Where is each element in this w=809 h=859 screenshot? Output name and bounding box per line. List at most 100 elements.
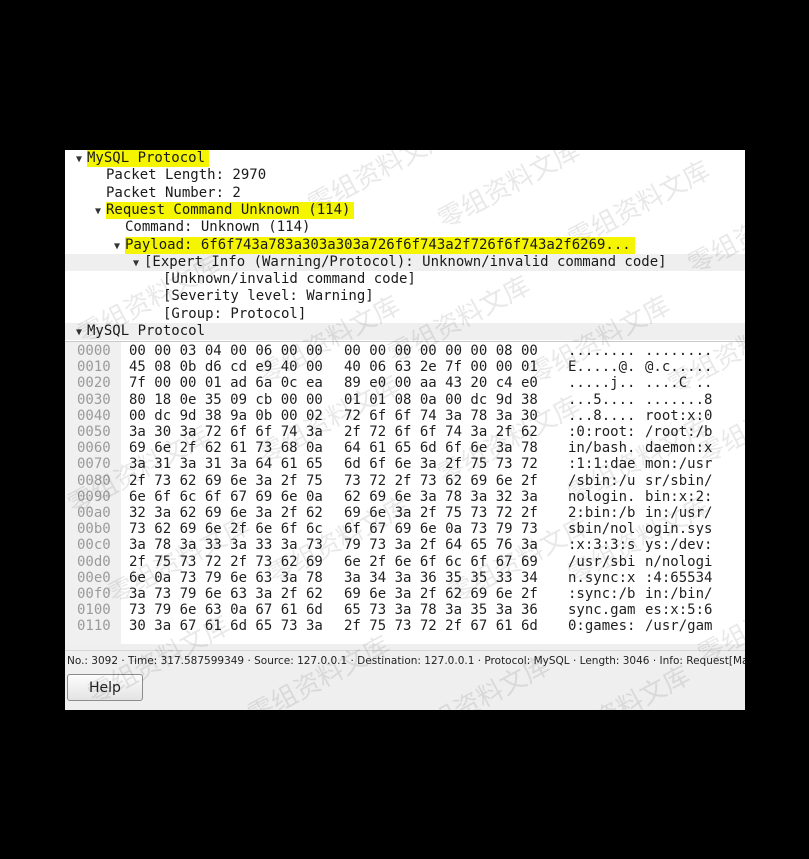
tree-row[interactable]: [Unknown/invalid command code]	[65, 271, 745, 288]
hex-bytes-second: 64 61 65 6d 6f 6e 3a 78	[344, 440, 538, 457]
hex-offset: 00f0	[77, 586, 111, 602]
hex-bytes-first: 7f 00 00 01 ad 6a 0c ea	[129, 375, 323, 392]
hex-row[interactable]: 00a0 32 3a 62 69 6e 3a 2f 62 69 6e 3a 2f 7…	[65, 505, 745, 521]
hex-row[interactable]: 0090 6e 6f 6c 6f 67 69 6e 0a 62 69 6e 3a 7…	[65, 489, 745, 505]
ascii-first: /sbin:/u	[568, 472, 636, 489]
hex-offset: 0080	[77, 472, 111, 489]
hex-row[interactable]: 00d0 2f 75 73 72 2f 73 62 69 6e 2f 6e 6f 6…	[65, 554, 745, 570]
tree-row[interactable]: ▼ MySQL Protocol	[65, 150, 745, 168]
hex-row[interactable]: 0080 2f 73 62 69 6e 3a 2f 75 73 72 2f 73 6…	[65, 473, 745, 489]
tree-row[interactable]: [Severity level: Warning]	[65, 288, 745, 305]
hex-bytes-second: 73 72 2f 73 62 69 6e 2f	[344, 472, 538, 489]
hex-bytes-second: 69 6e 3a 2f 62 69 6e 2f	[344, 586, 538, 602]
hex-offset: 0030	[77, 391, 111, 408]
hex-bytes-first: 80 18 0e 35 09 cb 00 00	[129, 391, 323, 408]
ascii-first: nologin.	[568, 488, 636, 505]
hex-offset: 0110	[77, 618, 111, 635]
tree-row[interactable]: ▼ [Expert Info (Warning/Protocol): Unknow…	[65, 253, 745, 272]
hex-row[interactable]: 0050 3a 30 3a 72 6f 6f 74 3a 2f 72 6f 6f 7…	[65, 424, 745, 440]
hex-offset: 00d0	[77, 553, 111, 570]
tree-row-label: MySQL Protocol	[87, 150, 210, 168]
hex-row[interactable]: 00c0 3a 78 3a 33 3a 33 3a 73 79 73 3a 2f 6…	[65, 537, 745, 553]
hex-offset: 0070	[77, 456, 111, 473]
hex-row[interactable]: 0040 00 dc 9d 38 9a 0b 00 02 72 6f 6f 74 3…	[65, 408, 745, 424]
ascii-second: n/nologi	[645, 553, 713, 570]
hex-bytes-first: 3a 73 79 6e 63 3a 2f 62	[129, 586, 323, 602]
ascii-second: bin:x:2:	[645, 488, 713, 505]
hex-offset: 0100	[77, 602, 111, 619]
ascii-second: in:/usr/	[645, 505, 713, 521]
tree-row-label: Command: Unknown (114)	[125, 219, 311, 236]
hex-row[interactable]: 0060 69 6e 2f 62 61 73 68 0a 64 61 65 6d 6…	[65, 440, 745, 456]
tree-row[interactable]: Packet Number: 2	[65, 185, 745, 202]
hex-bytes-second: 00 00 00 00 00 00 08 00	[344, 343, 538, 359]
ascii-second: sr/sbin/	[645, 472, 713, 489]
hex-row[interactable]: 00f0 3a 73 79 6e 63 3a 2f 62 69 6e 3a 2f 6…	[65, 586, 745, 602]
tree-row-label: [Group: Protocol]	[163, 305, 307, 322]
hex-row[interactable]: 00e0 6e 0a 73 79 6e 63 3a 78 3a 34 3a 36 3…	[65, 570, 745, 586]
hex-row[interactable]: 00b0 73 62 69 6e 2f 6e 6f 6c 6f 67 69 6e 0…	[65, 521, 745, 537]
ascii-first: .....j..	[568, 375, 636, 392]
hex-bytes-first: 3a 78 3a 33 3a 33 3a 73	[129, 537, 323, 554]
hex-bytes-first: 00 dc 9d 38 9a 0b 00 02	[129, 407, 323, 424]
hex-bytes-first: 69 6e 2f 62 61 73 68 0a	[129, 440, 323, 457]
tree-row-label: [Unknown/invalid command code]	[163, 271, 416, 288]
status-bar: No.: 3092 · Time: 317.587599349 · Source…	[65, 650, 745, 671]
ascii-first: /usr/sbi	[568, 553, 636, 570]
expand-arrow-icon[interactable]: ▼	[90, 203, 106, 219]
ascii-second: ogin.sys	[645, 521, 713, 538]
ascii-first: 0:games:	[568, 618, 636, 635]
ascii-second: :4:65534	[645, 569, 713, 586]
hex-bytes-second: 6e 2f 6e 6f 6c 6f 67 69	[344, 553, 538, 570]
ascii-second: es:x:5:6	[645, 602, 713, 619]
hex-bytes-second: 01 01 08 0a 00 dc 9d 38	[344, 391, 538, 408]
ascii-first: n.sync:x	[568, 569, 636, 586]
hex-row[interactable]: 0070 3a 31 3a 31 3a 64 61 65 6d 6f 6e 3a 2…	[65, 456, 745, 472]
tree-row[interactable]: ▼ MySQL Protocol	[65, 323, 745, 341]
hex-bytes-second: 72 6f 6f 74 3a 78 3a 30	[344, 407, 538, 424]
hex-bytes-first: 2f 73 62 69 6e 3a 2f 75	[129, 472, 323, 489]
hex-bytes-first: 32 3a 62 69 6e 3a 2f 62	[129, 505, 323, 521]
ascii-first: :0:root:	[568, 424, 636, 440]
tree-row-label: MySQL Protocol	[87, 323, 206, 339]
hex-row[interactable]: 0110 30 3a 67 61 6d 65 73 3a 2f 75 73 72 2…	[65, 618, 745, 634]
help-button[interactable]: Help	[67, 674, 143, 701]
hex-row[interactable]: 0030 80 18 0e 35 09 cb 00 00 01 01 08 0a 0…	[65, 392, 745, 408]
expand-arrow-icon[interactable]: ▼	[109, 238, 125, 254]
tree-row[interactable]: ▼ Request Command Unknown (114)	[65, 201, 745, 220]
hex-row[interactable]: 0000 00 00 03 04 00 06 00 00 00 00 00 00 0…	[65, 343, 745, 359]
hex-bytes-first: 30 3a 67 61 6d 65 73 3a	[129, 618, 323, 635]
tree-row[interactable]: Packet Length: 2970	[65, 167, 745, 184]
hex-offset: 00a0	[77, 505, 111, 521]
packet-details-tree[interactable]: ▼ MySQL Protocol Packet Length: 2970 Packet…	[65, 150, 745, 342]
hex-bytes-second: 69 6e 3a 2f 75 73 72 2f	[344, 505, 538, 521]
hex-offset: 0090	[77, 488, 111, 505]
tree-row[interactable]: [Group: Protocol]	[65, 306, 745, 323]
ascii-first: in/bash.	[568, 440, 636, 457]
hex-bytes-first: 00 00 03 04 00 06 00 00	[129, 343, 323, 359]
tree-row[interactable]: Command: Unknown (114)	[65, 219, 745, 236]
hex-row[interactable]: 0010 45 08 0b d6 cd e9 40 00 40 06 63 2e 7…	[65, 359, 745, 375]
hex-row[interactable]: 0100 73 79 6e 63 0a 67 61 6d 65 73 3a 78 3…	[65, 602, 745, 618]
hex-bytes-second: 89 e0 00 aa 43 20 c4 e0	[344, 375, 538, 392]
ascii-first: :1:1:dae	[568, 456, 636, 473]
expand-arrow-icon[interactable]: ▼	[71, 151, 87, 167]
packet-bytes-pane[interactable]: 0000 00 00 03 04 00 06 00 00 00 00 00 00 0…	[65, 342, 745, 644]
hex-offset: 0050	[77, 424, 111, 440]
tree-row-label: Packet Number: 2	[106, 184, 241, 201]
hex-bytes-second: 40 06 63 2e 7f 00 00 01	[344, 359, 538, 376]
tree-row-label: Payload: 6f6f743a783a303a303a726f6f743a2…	[125, 236, 635, 254]
ascii-first: sync.gam	[568, 602, 636, 619]
hex-offset: 0000	[77, 343, 111, 359]
hex-bytes-second: 2f 72 6f 6f 74 3a 2f 62	[344, 424, 538, 440]
hex-row[interactable]: 0020 7f 00 00 01 ad 6a 0c ea 89 e0 00 aa 4…	[65, 375, 745, 391]
ascii-second: ys:/dev:	[645, 537, 713, 554]
ascii-second: ........	[645, 343, 713, 359]
ascii-second: /usr/gam	[645, 618, 713, 635]
ascii-second: ....C ..	[645, 375, 713, 392]
tree-row[interactable]: ▼ Payload: 6f6f743a783a303a303a726f6f743a…	[65, 236, 745, 254]
hex-bytes-first: 2f 75 73 72 2f 73 62 69	[129, 553, 323, 570]
ascii-second: mon:/usr	[645, 456, 713, 473]
expand-arrow-icon[interactable]: ▼	[71, 324, 87, 340]
expand-arrow-icon[interactable]: ▼	[128, 255, 144, 271]
